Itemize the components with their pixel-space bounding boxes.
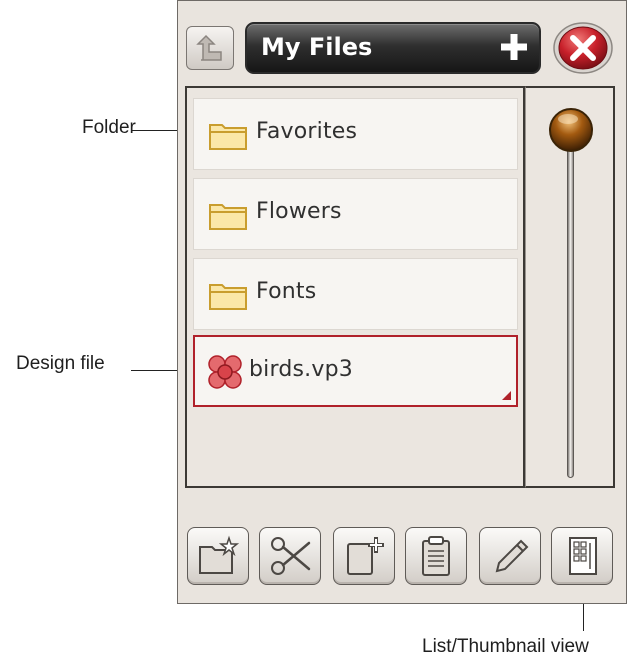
- scrollbar[interactable]: [525, 86, 615, 488]
- page-title: My Files: [261, 33, 373, 61]
- scroll-track[interactable]: [567, 148, 574, 478]
- up-arrow-icon: [196, 34, 222, 61]
- selection-corner-marker: [502, 391, 511, 400]
- add-icon[interactable]: [499, 32, 529, 62]
- rename-button[interactable]: [479, 527, 541, 585]
- folder-icon: [209, 204, 247, 230]
- list-item-design-file[interactable]: birds.vp3: [193, 335, 518, 407]
- folder-icon: [209, 124, 247, 150]
- list-item-folder[interactable]: Favorites: [193, 98, 518, 170]
- callout-list-thumbnail-view: List/Thumbnail view: [422, 636, 589, 657]
- list-thumbnail-view-button[interactable]: [551, 527, 613, 585]
- embroidery-design-icon: [208, 355, 242, 389]
- scissors-icon: [271, 537, 311, 575]
- close-icon: [553, 22, 613, 74]
- list-item-folder[interactable]: Flowers: [193, 178, 518, 250]
- paste-icon: [422, 536, 450, 576]
- copy-button[interactable]: [333, 527, 395, 585]
- list-item-label: Favorites: [256, 119, 358, 144]
- parent-folder-button[interactable]: [186, 26, 234, 70]
- paste-button[interactable]: [405, 527, 467, 585]
- rename-pencil-icon: [495, 539, 529, 573]
- new-folder-button[interactable]: [187, 527, 249, 585]
- new-folder-icon: [199, 535, 240, 574]
- list-item-label: Fonts: [256, 279, 317, 304]
- folder-icon: [209, 284, 247, 310]
- callout-design-file: Design file: [16, 353, 105, 374]
- scroll-thumb[interactable]: [547, 106, 595, 154]
- list-thumbnail-icon: [569, 537, 597, 575]
- cut-button[interactable]: [259, 527, 321, 585]
- list-item-folder[interactable]: Fonts: [193, 258, 518, 330]
- callout-folder: Folder: [82, 117, 136, 138]
- list-item-label: Flowers: [256, 199, 342, 224]
- close-button[interactable]: [552, 21, 614, 75]
- title-bar: My Files: [245, 22, 541, 74]
- copy-icon: [347, 537, 384, 575]
- list-item-label: birds.vp3: [249, 357, 353, 382]
